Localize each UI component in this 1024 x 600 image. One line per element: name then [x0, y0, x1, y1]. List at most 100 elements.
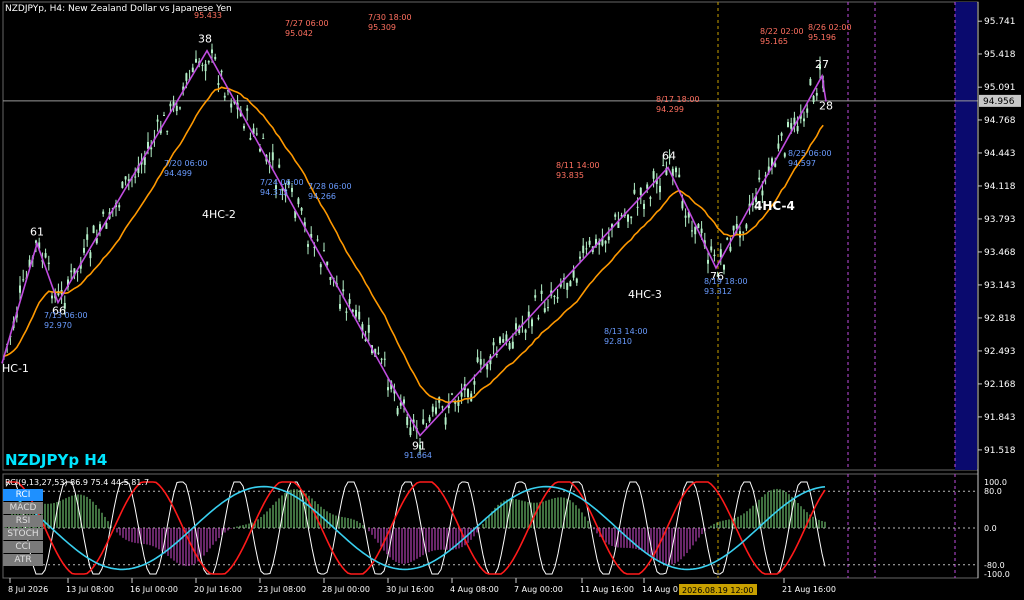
candle-body — [713, 254, 716, 257]
symbol-label: NZDJPYp H4 — [5, 451, 108, 469]
candle-body — [639, 187, 642, 195]
candle-body — [185, 73, 188, 81]
candle-body — [815, 93, 818, 96]
annotation-price: 95.042 — [285, 29, 313, 38]
candle-body — [326, 261, 329, 265]
candle-body — [451, 393, 453, 395]
candle-body — [723, 264, 725, 270]
price-tick-label: 94.118 — [984, 182, 1016, 192]
annotation-price: 92.810 — [604, 337, 632, 346]
candle-body — [726, 238, 729, 240]
candles-layer — [3, 43, 825, 455]
candle-body — [409, 427, 412, 436]
annotation-price: 93.312 — [704, 287, 732, 296]
annotation-price: 95.309 — [368, 23, 396, 32]
candle-body — [675, 167, 677, 173]
candle-body — [540, 290, 543, 294]
time-tick-label: 28 Jul 00:00 — [322, 585, 370, 594]
candle-body — [582, 245, 585, 253]
candle-body — [467, 389, 469, 398]
right-shaded-panel — [955, 2, 977, 470]
zigzag-label: 27 — [815, 58, 829, 71]
candle-body — [569, 281, 572, 287]
indicator-level-label: -80.0 — [984, 561, 1005, 570]
annotation-price: 94.597 — [788, 159, 816, 168]
candle-body — [806, 108, 809, 113]
candle-body — [271, 152, 274, 161]
candle-body — [300, 208, 303, 211]
tab-stoch[interactable]: STOCH — [3, 528, 43, 540]
candle-body — [249, 137, 252, 140]
annotation-time: 7/27 06:00 — [285, 19, 329, 28]
time-tick-label: 20 Jul 16:00 — [194, 585, 242, 594]
zigzag-layer: HC-16166384HC-2914HC-364764HC-42728 — [1, 33, 833, 452]
price-tick-label: 95.091 — [984, 83, 1016, 93]
candle-body — [217, 83, 220, 85]
annotation-price: 95.165 — [760, 37, 788, 46]
current-price-label: 94.956 — [983, 97, 1015, 107]
main-pane-frame — [2, 1, 979, 471]
candle-body — [323, 250, 325, 252]
price-tick-label: 95.741 — [984, 17, 1016, 27]
candle-body — [774, 163, 777, 167]
candle-body — [534, 295, 537, 298]
annotation-price: 94.499 — [164, 169, 192, 178]
candle-body — [694, 226, 697, 235]
tab-cci[interactable]: CCI — [3, 541, 43, 553]
annotation-time: 7/20 06:00 — [164, 159, 208, 168]
zigzag-line — [1, 49, 827, 437]
annotation-price: 95.196 — [808, 33, 836, 42]
indicator-level-label: 80.0 — [984, 487, 1002, 496]
candle-body — [355, 309, 357, 317]
annotation-time: 7/28 06:00 — [308, 182, 352, 191]
candle-body — [179, 107, 181, 109]
candle-body — [431, 406, 434, 412]
candle-body — [812, 96, 815, 102]
price-tick-label: 93.143 — [984, 281, 1016, 291]
candle-body — [70, 270, 73, 273]
candle-body — [150, 147, 153, 150]
candle-body — [499, 337, 501, 344]
tab-rsi[interactable]: RSI — [3, 515, 43, 527]
time-tick-label: 23 Jul 08:00 — [258, 585, 306, 594]
zigzag-label: 4HC-2 — [202, 208, 236, 221]
zigzag-label: HC-1 — [2, 362, 29, 375]
candle-body — [422, 419, 425, 424]
candle-body — [659, 185, 661, 193]
candle-body — [339, 304, 341, 309]
candle-body — [230, 103, 233, 108]
annotation-time: 8/22 02:00 — [760, 27, 804, 36]
annotation-time: 8/17 18:00 — [656, 95, 700, 104]
candle-body — [460, 392, 463, 397]
candle-body — [633, 189, 636, 194]
candle-body — [44, 253, 47, 258]
time-tick-label: 11 Aug 16:00 — [580, 585, 634, 594]
candle-body — [262, 138, 265, 140]
candle-body — [428, 417, 431, 422]
axis-layer: 95.741 95.418 95.091 94.768 94.443 94.118 93.7… — [8, 2, 1021, 595]
moving-average-line — [3, 86, 824, 404]
candle-body — [691, 230, 693, 232]
candle-body — [358, 311, 361, 320]
candle-body — [579, 256, 581, 259]
candle-body — [543, 308, 546, 313]
annotation-time: 8/19 18:00 — [704, 277, 748, 286]
candle-body — [684, 215, 687, 218]
indicator-level-label: -100.0 — [984, 570, 1010, 579]
candle-body — [662, 165, 665, 167]
candle-body — [223, 95, 226, 98]
tab-atr[interactable]: ATR — [3, 554, 43, 566]
zigzag-label: 61 — [30, 226, 44, 239]
candle-body — [614, 214, 617, 217]
price-tick-label: 95.418 — [984, 50, 1016, 60]
tab-rci[interactable]: RCI — [3, 489, 43, 501]
candle-body — [383, 358, 386, 360]
candle-body — [643, 203, 645, 210]
price-chart[interactable]: HC-16166384HC-2914HC-364764HC-42728 95.4… — [0, 0, 1024, 600]
candle-body — [783, 153, 786, 157]
candle-body — [102, 211, 105, 214]
candle-body — [473, 381, 476, 385]
candle-body — [681, 201, 684, 209]
candle-body — [780, 133, 783, 136]
tab-macd[interactable]: MACD — [3, 502, 43, 514]
